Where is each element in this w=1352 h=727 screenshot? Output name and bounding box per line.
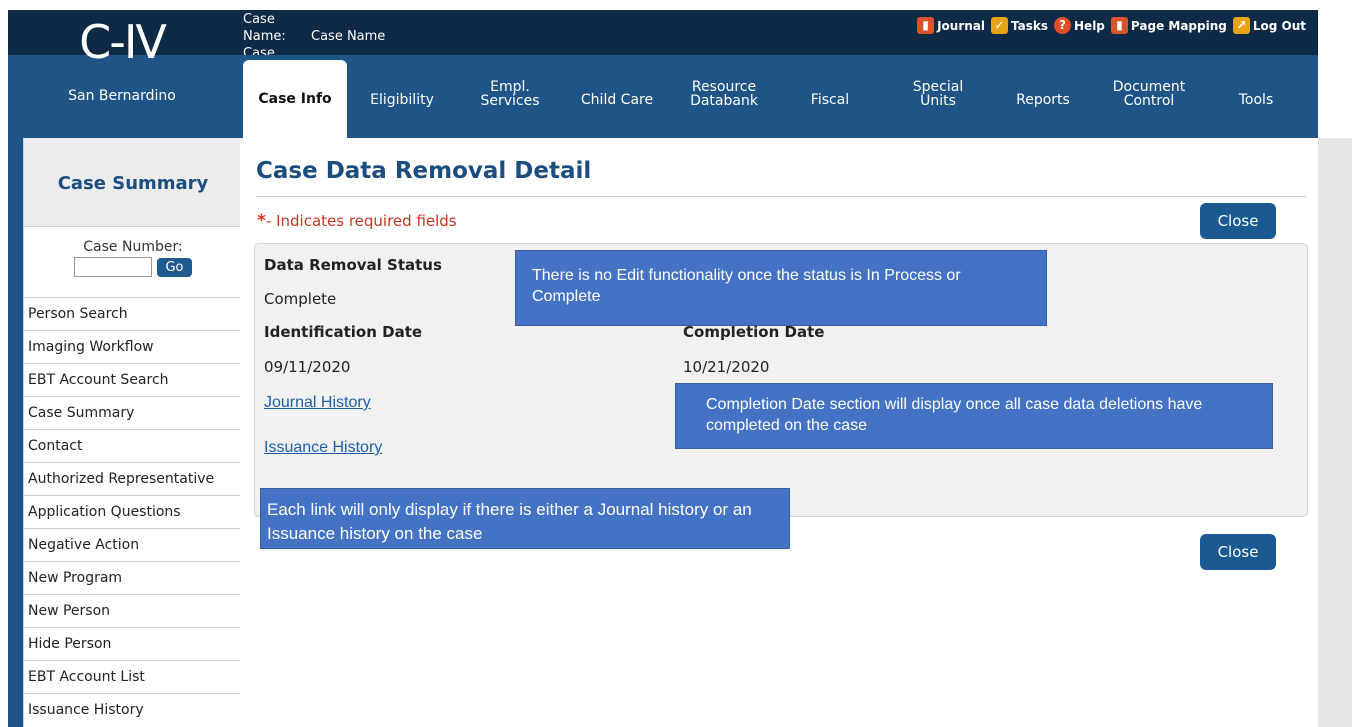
callout-links-note: Each link will only display if there is … bbox=[260, 488, 790, 549]
required-fields-note: *- Indicates required fields bbox=[257, 211, 457, 231]
tab-resource-databank[interactable]: Resource Databank bbox=[680, 80, 768, 108]
tasks-link[interactable]: ✓ Tasks bbox=[991, 17, 1048, 34]
required-fields-text: - Indicates required fields bbox=[265, 212, 457, 230]
issuance-history-link[interactable]: Issuance History bbox=[264, 439, 382, 457]
help-link-label: Help bbox=[1074, 18, 1105, 33]
page-mapping-icon: ▮ bbox=[1110, 17, 1128, 34]
tab-label: Case Info bbox=[258, 91, 332, 107]
case-name-label: Case Name: bbox=[243, 12, 286, 44]
tab-label: Tools bbox=[1238, 92, 1274, 108]
case-number-field-label: Case Number: bbox=[83, 239, 183, 255]
tasks-icon: ✓ bbox=[991, 17, 1008, 34]
sidebar-item-new-program[interactable]: New Program bbox=[24, 561, 242, 594]
tab-label: Fiscal bbox=[810, 92, 850, 108]
tab-label: Empl. Services bbox=[480, 79, 540, 109]
logout-icon: ↗ bbox=[1232, 17, 1250, 34]
logout-link-label: Log Out bbox=[1252, 18, 1306, 33]
sidebar-item-imaging-workflow[interactable]: Imaging Workflow bbox=[24, 330, 242, 363]
tab-child-care[interactable]: Child Care bbox=[572, 93, 662, 107]
tasks-link-label: Tasks bbox=[1011, 18, 1049, 33]
page-mapping-link[interactable]: ▮ Page Mapping bbox=[1110, 17, 1227, 34]
tab-document-control[interactable]: Document Control bbox=[1104, 80, 1194, 108]
sidebar-item-hide-person[interactable]: Hide Person bbox=[24, 627, 242, 660]
sidebar-case-number: Case Number: Go bbox=[24, 227, 242, 289]
sidebar-item-ebt-account-search[interactable]: EBT Account Search bbox=[24, 363, 242, 396]
close-button-bottom[interactable]: Close bbox=[1200, 534, 1276, 570]
sidebar-title: Case Summary bbox=[24, 138, 242, 227]
tab-eligibility[interactable]: Eligibility bbox=[360, 93, 444, 107]
identification-date-value: 09/11/2020 bbox=[264, 358, 351, 376]
journal-history-link[interactable]: Journal History bbox=[264, 394, 371, 412]
tab-empl-services[interactable]: Empl. Services bbox=[470, 80, 550, 108]
tab-tools[interactable]: Tools bbox=[1228, 93, 1284, 107]
sidebar-item-application-questions[interactable]: Application Questions bbox=[24, 495, 242, 528]
logo-mark: C-IV bbox=[79, 15, 167, 69]
sidebar-item-contact[interactable]: Contact bbox=[24, 429, 242, 462]
identification-date-label: Identification Date bbox=[264, 323, 423, 341]
tab-label: Special Units bbox=[912, 79, 964, 109]
utility-links: ▮ Journal ✓ Tasks ? Help ▮ Page Mapping … bbox=[917, 17, 1306, 34]
journal-icon: ▮ bbox=[917, 17, 935, 34]
close-button-top[interactable]: Close bbox=[1200, 203, 1276, 239]
tab-fiscal[interactable]: Fiscal bbox=[800, 93, 860, 107]
tab-reports[interactable]: Reports bbox=[1008, 93, 1078, 107]
sidebar-item-negative-action[interactable]: Negative Action bbox=[24, 528, 242, 561]
tab-label: Resource Databank bbox=[690, 79, 758, 109]
journal-link-label: Journal bbox=[937, 18, 985, 33]
completion-date-value: 10/21/2020 bbox=[683, 358, 770, 376]
callout-completion-note: Completion Date section will display onc… bbox=[675, 383, 1273, 449]
page-mapping-link-label: Page Mapping bbox=[1130, 18, 1227, 33]
tab-label: Eligibility bbox=[370, 92, 434, 108]
sidebar-item-case-summary[interactable]: Case Summary bbox=[24, 396, 242, 429]
required-star-icon: * bbox=[257, 211, 266, 231]
tab-label: Child Care bbox=[580, 92, 654, 108]
tab-special-units[interactable]: Special Units bbox=[900, 80, 976, 108]
sidebar-item-new-person[interactable]: New Person bbox=[24, 594, 242, 627]
data-removal-status-value: Complete bbox=[264, 290, 337, 308]
case-number-input[interactable] bbox=[74, 257, 153, 277]
tab-case-info[interactable]: Case Info bbox=[243, 60, 347, 138]
help-icon: ? bbox=[1054, 17, 1072, 34]
data-removal-status-label: Data Removal Status bbox=[264, 256, 442, 274]
tab-label: Reports bbox=[1016, 92, 1070, 108]
county-name: San Bernardino bbox=[68, 88, 176, 104]
page-title: Case Data Removal Detail bbox=[256, 158, 592, 184]
journal-link[interactable]: ▮ Journal bbox=[917, 17, 985, 34]
sidebar-list: Person Search Imaging Workflow EBT Accou… bbox=[24, 297, 242, 726]
c-iv-logo: C-IV San Bernardino bbox=[8, 18, 236, 104]
right-gutter bbox=[1318, 138, 1352, 727]
tab-label: Document Control bbox=[1112, 79, 1186, 109]
case-name-value: Case Name bbox=[311, 29, 386, 44]
sidebar-panel: Case Summary Case Number: Go Person Sear… bbox=[23, 138, 242, 727]
help-link[interactable]: ? Help bbox=[1054, 17, 1105, 34]
sidebar-item-issuance-history[interactable]: Issuance History bbox=[24, 693, 242, 726]
go-button[interactable]: Go bbox=[157, 257, 192, 277]
logout-link[interactable]: ↗ Log Out bbox=[1232, 17, 1306, 34]
title-divider bbox=[256, 196, 1306, 197]
sidebar-item-ebt-account-list[interactable]: EBT Account List bbox=[24, 660, 242, 693]
callout-edit-note: There is no Edit functionality once the … bbox=[515, 250, 1047, 326]
sidebar-item-person-search[interactable]: Person Search bbox=[24, 297, 242, 330]
sidebar-item-authorized-representative[interactable]: Authorized Representative bbox=[24, 462, 242, 495]
